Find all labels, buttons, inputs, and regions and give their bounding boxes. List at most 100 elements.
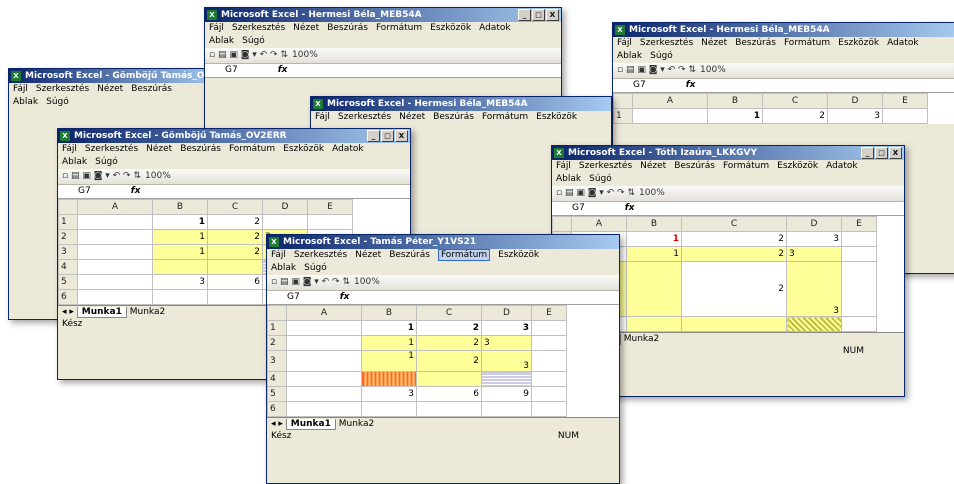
standard-toolbar[interactable]: ▫ ▤ ▣ ◙ ▾ ↶ ↷ ⇅ 100% (613, 63, 954, 79)
cell-table[interactable]: ABCDE 1123 2123 3123 4 5369 6 (267, 305, 567, 417)
menu-window[interactable]: Ablak (271, 263, 296, 273)
window-title-bar[interactable]: X Microsoft Excel - Hermesi Béla_MEB54A _ □… (205, 8, 561, 22)
toolbar-icons[interactable]: ▫ ▤ ▣ ◙ ▾ ↶ ↷ ⇅ (62, 171, 141, 181)
window-title-bar[interactable]: X Microsoft Excel - Hermesi Béla_MEB54A (311, 97, 611, 111)
menu-edit[interactable]: Szerkesztés (338, 112, 391, 122)
standard-toolbar[interactable]: ▫ ▤ ▣ ◙ ▾ ↶ ↷ ⇅ 100% (267, 275, 619, 291)
toolbar-icons[interactable]: ▫ ▤ ▣ ◙ ▾ ↶ ↷ ⇅ (617, 65, 696, 75)
window-controls[interactable]: _ □ X (367, 130, 408, 142)
menu-format[interactable]: Formátum (376, 23, 422, 33)
name-box[interactable]: G7 (78, 186, 91, 196)
menu-edit[interactable]: Szerkesztés (640, 38, 693, 48)
menu-help[interactable]: Súgó (589, 174, 612, 184)
window-controls[interactable]: _ □ X (861, 147, 902, 159)
menu-insert[interactable]: Beszúrás (433, 112, 474, 122)
menu-format[interactable]: Formátum (229, 144, 275, 154)
menu-format[interactable]: Formátum (482, 112, 528, 122)
window-title-bar[interactable]: X Microsoft Excel - Tóth Izaúra_LKKGVY _ □ X (552, 146, 904, 160)
zoom-select[interactable]: 100% (700, 65, 726, 75)
window-title-bar[interactable]: X Microsoft Excel - Gömböjű Tamás_OV2ERR _… (58, 129, 410, 143)
toolbar-icons[interactable]: ▫ ▤ ▣ ◙ ▾ ↶ ↷ ⇅ (209, 50, 288, 60)
menu-file[interactable]: Fájl (209, 23, 224, 33)
menu-file[interactable]: Fájl (13, 84, 28, 94)
menu-window[interactable]: Ablak (209, 36, 234, 46)
name-box[interactable]: G7 (633, 80, 646, 90)
formula-bar[interactable]: G7 fx (205, 64, 561, 78)
menu-data[interactable]: Adatok (887, 38, 918, 48)
menu-file[interactable]: Fájl (271, 250, 286, 260)
menu-data[interactable]: Adatok (826, 161, 857, 171)
sheet-grid[interactable]: ABCDE 1123 2123 3123 4 5369 6 (267, 305, 619, 417)
tab-munka1[interactable]: Munka1 (285, 419, 336, 430)
menu-format[interactable]: Formátum (784, 38, 830, 48)
window-title-bar[interactable]: X Microsoft Excel - Gömböjű Tamás_OV2ERR (9, 69, 219, 83)
zoom-select[interactable]: 100% (292, 50, 318, 60)
menu-help[interactable]: Súgó (95, 157, 118, 167)
menu-view[interactable]: Nézet (293, 23, 319, 33)
menu-help[interactable]: Súgó (650, 51, 673, 61)
menu-insert[interactable]: Beszúrás (180, 144, 221, 154)
menu-data[interactable]: Adatok (332, 144, 363, 154)
menu-edit[interactable]: Szerkesztés (36, 84, 89, 94)
menu-view[interactable]: Nézet (355, 250, 381, 260)
toolbar-icons[interactable]: ▫ ▤ ▣ ◙ ▾ ↶ ↷ ⇅ (556, 188, 635, 198)
menu-view[interactable]: Nézet (640, 161, 666, 171)
menu-file[interactable]: Fájl (62, 144, 77, 154)
zoom-select[interactable]: 100% (639, 188, 665, 198)
menu-edit[interactable]: Szerkesztés (85, 144, 138, 154)
menu-data[interactable]: Adatok (479, 23, 510, 33)
menu-edit[interactable]: Szerkesztés (232, 23, 285, 33)
menu-file[interactable]: Fájl (556, 161, 571, 171)
menu-tools[interactable]: Eszközök (283, 144, 324, 154)
tab-munka1[interactable]: Munka1 (76, 307, 127, 318)
name-box[interactable]: G7 (572, 203, 585, 213)
menu-view[interactable]: Nézet (701, 38, 727, 48)
menu-insert[interactable]: Beszúrás (131, 84, 172, 94)
menu-insert[interactable]: Beszúrás (735, 38, 776, 48)
menu-format[interactable]: Formátum (437, 249, 491, 261)
sheet-tabs[interactable]: ◂ ▸ Munka1 Munka2 (267, 417, 619, 430)
menu-tools[interactable]: Eszközök (498, 250, 539, 260)
standard-toolbar[interactable]: ▫ ▤ ▣ ◙ ▾ ↶ ↷ ⇅ 100% (552, 186, 904, 202)
menu-help[interactable]: Súgó (242, 36, 265, 46)
menu-file[interactable]: Fájl (617, 38, 632, 48)
tab-munka2[interactable]: Munka2 (339, 419, 374, 429)
tab-munka2[interactable]: Munka2 (130, 307, 165, 317)
tab-munka2[interactable]: Munka2 (624, 334, 659, 344)
formula-bar[interactable]: G7 fx (267, 291, 619, 305)
excel-window-tamas[interactable]: X Microsoft Excel - Tamás Péter_Y1VS21 Fá… (266, 234, 620, 484)
standard-toolbar[interactable]: ▫ ▤ ▣ ◙ ▾ ↶ ↷ ⇅ 100% (58, 169, 410, 185)
menu-tools[interactable]: Eszközök (777, 161, 818, 171)
menu-view[interactable]: Nézet (399, 112, 425, 122)
menu-edit[interactable]: Szerkesztés (294, 250, 347, 260)
sheet-grid[interactable]: ABCDE 1123 (613, 93, 954, 124)
menu-insert[interactable]: Beszúrás (389, 250, 430, 260)
name-box[interactable]: G7 (287, 292, 300, 302)
menu-help[interactable]: Súgó (46, 97, 69, 107)
cell-table[interactable]: ABCDE 1123 (613, 93, 928, 124)
menu-insert[interactable]: Beszúrás (327, 23, 368, 33)
menu-tools[interactable]: Eszközök (430, 23, 471, 33)
menu-edit[interactable]: Szerkesztés (579, 161, 632, 171)
menu-view[interactable]: Nézet (146, 144, 172, 154)
menu-window[interactable]: Ablak (617, 51, 642, 61)
window-title-bar[interactable]: X Microsoft Excel - Tamás Péter_Y1VS21 (267, 235, 619, 249)
window-controls[interactable]: _ □ X (518, 9, 559, 21)
name-box[interactable]: G7 (225, 65, 238, 75)
menu-tools[interactable]: Eszközök (536, 112, 577, 122)
menu-view[interactable]: Nézet (97, 84, 123, 94)
menu-window[interactable]: Ablak (556, 174, 581, 184)
toolbar-icons[interactable]: ▫ ▤ ▣ ◙ ▾ ↶ ↷ ⇅ (271, 277, 350, 287)
menu-window[interactable]: Ablak (62, 157, 87, 167)
menu-tools[interactable]: Eszközök (838, 38, 879, 48)
menu-file[interactable]: Fájl (315, 112, 330, 122)
formula-bar[interactable]: G7 fx (552, 202, 904, 216)
standard-toolbar[interactable]: ▫ ▤ ▣ ◙ ▾ ↶ ↷ ⇅ 100% (205, 48, 561, 64)
zoom-select[interactable]: 100% (354, 277, 380, 287)
formula-bar[interactable]: G7 fx (58, 185, 410, 199)
menu-help[interactable]: Súgó (304, 263, 327, 273)
window-title-bar[interactable]: X Microsoft Excel - Hermesi Béla_MEB54A (613, 23, 954, 37)
menu-insert[interactable]: Beszúrás (674, 161, 715, 171)
zoom-select[interactable]: 100% (145, 171, 171, 181)
menu-format[interactable]: Formátum (723, 161, 769, 171)
